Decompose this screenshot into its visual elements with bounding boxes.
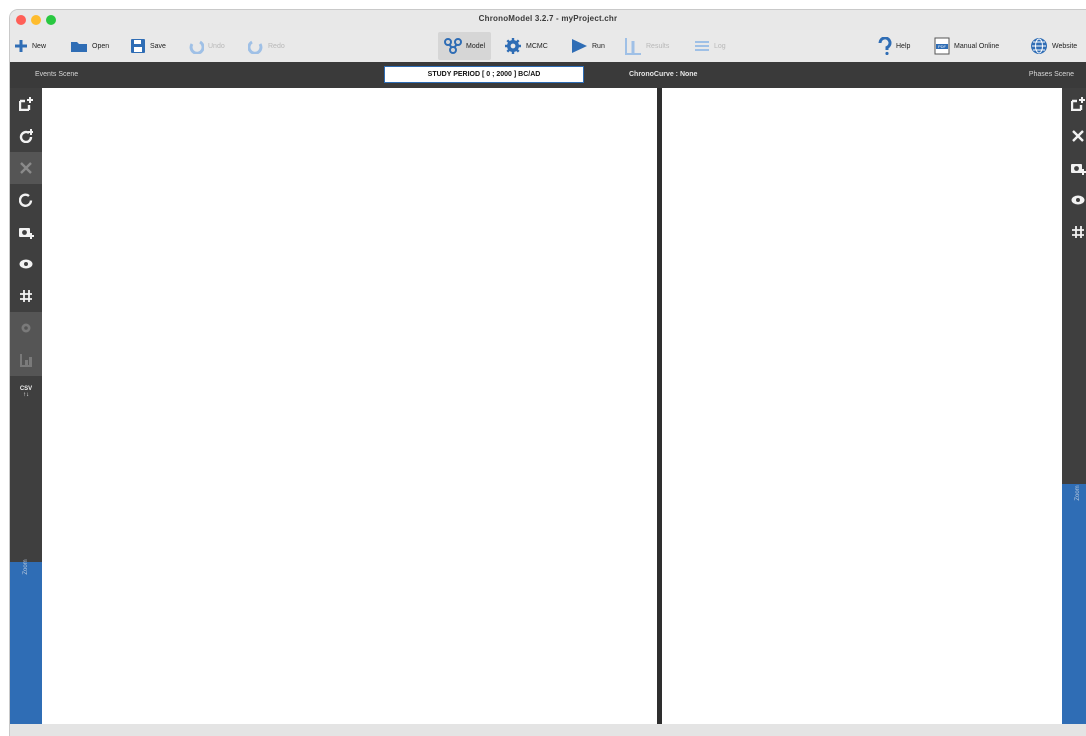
events-scene-canvas[interactable] — [42, 88, 657, 724]
window-title: ChronoModel 3.2.7 - myProject.chr — [478, 14, 618, 23]
log-label: Log — [714, 42, 726, 50]
log-button[interactable]: Log — [694, 32, 726, 60]
overview-icon — [19, 259, 33, 269]
save-label: Save — [150, 42, 166, 50]
grid-icon — [1072, 226, 1084, 238]
save-icon — [131, 39, 145, 53]
new-bound-icon — [19, 129, 33, 143]
globe-icon — [1031, 38, 1047, 54]
import-button[interactable] — [10, 344, 42, 376]
gear-icon — [505, 38, 521, 54]
folder-icon — [71, 42, 87, 52]
zoom-label-left: Zoom — [23, 559, 29, 575]
events-toolbar: CSV ↑↓ Zoom — [10, 88, 42, 724]
settings-icon — [21, 323, 31, 333]
help-button[interactable]: Help — [878, 32, 910, 60]
csv-icon: CSV ↑↓ — [20, 386, 32, 398]
help-label: Help — [896, 42, 911, 50]
undo-icon — [189, 40, 204, 54]
open-button[interactable]: Open — [70, 32, 109, 60]
run-button[interactable]: Run — [570, 32, 605, 60]
undo-label: Undo — [208, 42, 225, 50]
study-period-button[interactable]: STUDY PERIOD [ 0 ; 2000 ] BC/AD — [384, 66, 584, 83]
events-scene-title: Events Scene — [35, 71, 79, 78]
log-list-icon — [695, 41, 709, 51]
new-phase-button[interactable] — [1062, 88, 1086, 120]
open-label: Open — [92, 42, 110, 50]
pdf-document-icon: PDF — [934, 37, 950, 55]
export-image-button[interactable] — [10, 216, 42, 248]
phases-scene-title: Phases Scene — [1028, 71, 1074, 78]
zoom-label-right: Zoom — [1075, 485, 1081, 501]
csv-button[interactable]: CSV ↑↓ — [10, 376, 42, 408]
play-icon — [572, 39, 587, 53]
model-label: Model — [466, 42, 486, 50]
export-image-icon — [19, 228, 34, 239]
model-button[interactable]: Model — [438, 32, 492, 60]
results-chart-icon — [625, 38, 641, 55]
pdf-glyph: PDF — [938, 44, 947, 49]
phases-scene-canvas[interactable] — [662, 88, 1062, 724]
website-button[interactable]: Website — [1030, 32, 1077, 60]
plus-icon — [15, 40, 27, 52]
phase-grid-button[interactable] — [1062, 216, 1086, 248]
redo-icon — [248, 40, 263, 54]
delete-icon — [20, 162, 32, 174]
help-icon — [878, 37, 892, 55]
event-settings-button[interactable] — [10, 312, 42, 344]
recycle-icon — [19, 193, 33, 207]
run-label: Run — [592, 42, 605, 50]
import-icon — [20, 354, 32, 367]
phases-toolbar: Zoom — [1062, 88, 1086, 724]
new-event-button[interactable] — [10, 88, 42, 120]
manual-online-button[interactable]: PDF Manual Online — [934, 32, 999, 60]
manual-online-label: Manual Online — [954, 42, 1000, 50]
mcmc-label: MCMC — [526, 42, 548, 50]
results-button[interactable]: Results — [624, 32, 669, 60]
zoom-slider-right[interactable] — [1062, 484, 1086, 724]
export-image-icon — [1071, 164, 1086, 175]
scene-header-bar: Events Scene STUDY PERIOD [ 0 ; 2000 ] B… — [10, 62, 1086, 88]
redo-button[interactable]: Redo — [248, 32, 285, 60]
delete-event-button[interactable] — [10, 152, 42, 184]
delete-phase-button[interactable] — [1062, 120, 1086, 152]
delete-icon — [1072, 130, 1084, 142]
undo-button[interactable]: Undo — [188, 32, 225, 60]
phase-overview-button[interactable] — [1062, 184, 1086, 216]
app-window: ChronoModel 3.2.7 - myProject.chr New Op… — [10, 10, 1086, 736]
model-icon — [444, 38, 462, 54]
grid-icon — [20, 290, 32, 302]
grid-button[interactable] — [10, 280, 42, 312]
overview-button[interactable] — [10, 248, 42, 280]
status-bar — [10, 724, 1086, 736]
new-event-icon — [19, 97, 33, 111]
new-phase-icon — [1071, 97, 1085, 111]
overview-icon — [1071, 195, 1085, 205]
mcmc-button[interactable]: MCMC — [504, 32, 548, 60]
export-phase-image-button[interactable] — [1062, 152, 1086, 184]
website-label: Website — [1052, 42, 1078, 50]
title-bar: ChronoModel 3.2.7 - myProject.chr — [10, 10, 1086, 30]
new-button[interactable]: New — [14, 32, 46, 60]
recycle-button[interactable] — [10, 184, 42, 216]
csv-arrows-icon: ↑↓ — [23, 392, 29, 398]
chrono-curve-label: ChronoCurve : None — [629, 71, 698, 78]
results-label: Results — [646, 42, 670, 50]
main-toolbar: New Open Save Undo Redo Model MCMC Run R… — [10, 30, 1086, 62]
save-button[interactable]: Save — [130, 32, 166, 60]
new-bound-button[interactable] — [10, 120, 42, 152]
new-label: New — [32, 42, 47, 50]
redo-label: Redo — [268, 42, 285, 50]
